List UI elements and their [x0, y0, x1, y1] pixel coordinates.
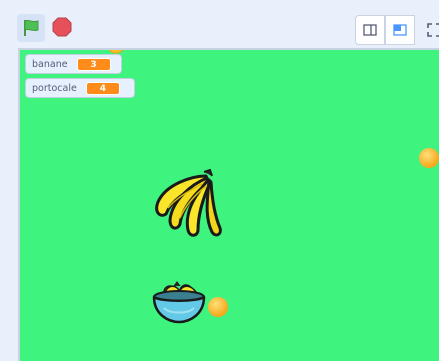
- stage[interactable]: banane 3 portocale 4: [18, 48, 439, 361]
- green-flag-button[interactable]: [17, 14, 45, 42]
- normal-stage-button[interactable]: [385, 15, 415, 45]
- variable-value: 3: [76, 57, 111, 71]
- green-flag-icon: [24, 19, 39, 36]
- fullscreen-icon: [427, 23, 439, 37]
- normal-stage-icon: [393, 24, 407, 36]
- small-stage-icon: [363, 24, 377, 36]
- fullscreen-button[interactable]: [419, 15, 439, 45]
- variable-label: portocale: [32, 82, 77, 94]
- variable-monitor-portocale[interactable]: portocale 4: [25, 78, 135, 98]
- variable-monitor-banane[interactable]: banane 3: [25, 54, 122, 74]
- variable-value: 4: [85, 81, 120, 95]
- stage-size-controls: [355, 15, 439, 45]
- bananas-sprite[interactable]: [152, 168, 226, 240]
- stop-icon: [52, 17, 72, 37]
- orange-sprite-right[interactable]: [418, 147, 439, 169]
- stage-toolbar: [0, 0, 439, 48]
- fruit-bowl-sprite[interactable]: [150, 280, 208, 326]
- orange-sprite-bottom[interactable]: [207, 296, 229, 318]
- stop-button[interactable]: [50, 15, 74, 39]
- variable-label: banane: [32, 58, 68, 70]
- orange-sprite-top[interactable]: [106, 48, 126, 54]
- small-stage-button[interactable]: [355, 15, 385, 45]
